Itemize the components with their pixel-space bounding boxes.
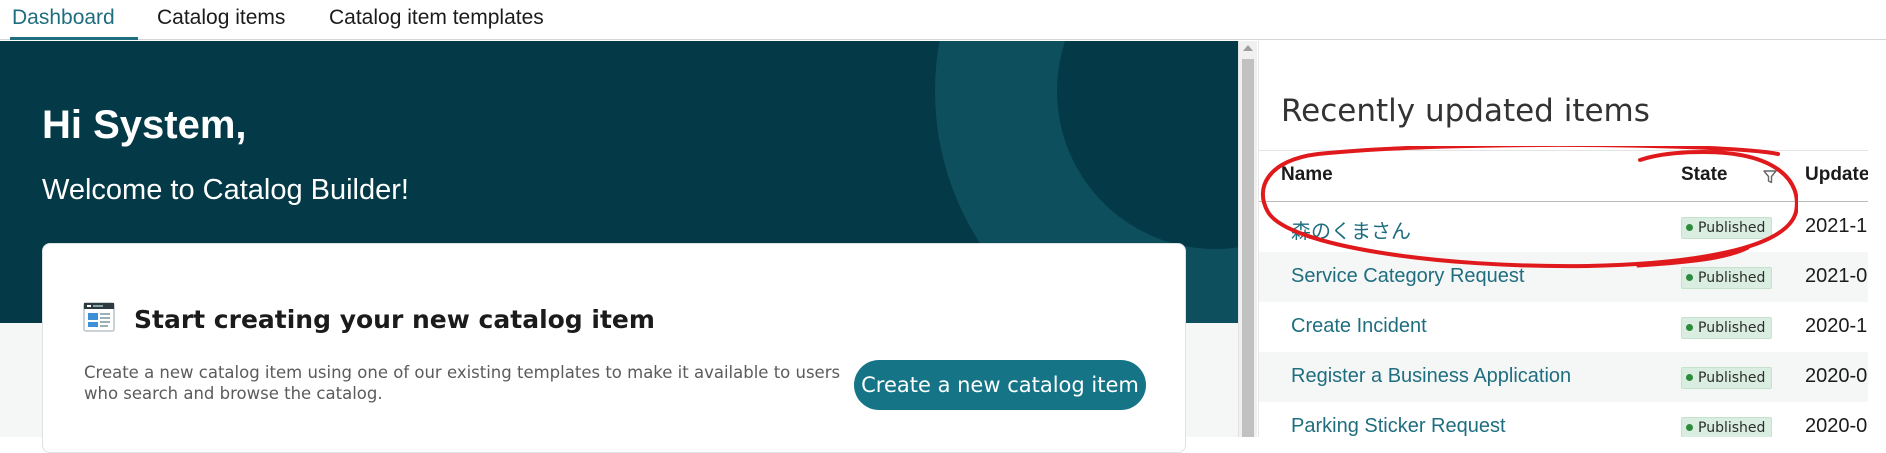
status-badge: Published [1681, 217, 1773, 239]
start-creating-card: Start creating your new catalog item Cre… [42, 243, 1186, 453]
panel-divider [1259, 150, 1868, 151]
recently-updated-panel: Recently updated items Name State Update… [1258, 41, 1868, 437]
status-badge: Published [1681, 267, 1773, 289]
item-name-link[interactable]: 森のくまさん [1291, 215, 1411, 244]
status-dot-icon [1686, 374, 1693, 381]
tab-dashboard[interactable]: Dashboard [10, 0, 138, 40]
filter-icon[interactable] [1763, 170, 1777, 184]
item-name-link[interactable]: Parking Sticker Request [1291, 415, 1506, 437]
updated-date: 2021-12 [1805, 215, 1868, 237]
status-label: Published [1698, 420, 1766, 436]
status-dot-icon [1686, 224, 1693, 231]
scroll-up-arrow-icon[interactable] [1243, 45, 1253, 51]
card-description: Create a new catalog item using one of o… [84, 363, 841, 403]
table-row: 森のくまさん Published 2021-12 [1259, 202, 1868, 252]
status-badge: Published [1681, 317, 1773, 339]
top-tab-bar: Dashboard Catalog items Catalog item tem… [0, 0, 1886, 40]
status-badge: Published [1681, 367, 1773, 389]
tab-catalog-items[interactable]: Catalog items [157, 0, 285, 40]
table-row: Service Category Request Published 2021-… [1259, 252, 1868, 302]
column-header-updated[interactable]: Update [1805, 164, 1868, 186]
panel-title: Recently updated items [1281, 93, 1650, 129]
scrollbar-thumb[interactable] [1242, 59, 1254, 437]
tab-catalog-item-templates[interactable]: Catalog item templates [329, 0, 544, 40]
welcome-subtitle: Welcome to Catalog Builder! [42, 174, 409, 206]
table-row: Parking Sticker Request Published 2020-0… [1259, 402, 1868, 437]
updated-date: 2021-03 [1805, 265, 1868, 287]
catalog-template-icon [83, 302, 115, 332]
status-label: Published [1698, 220, 1766, 236]
create-catalog-item-button[interactable]: Create a new catalog item [854, 360, 1146, 410]
status-dot-icon [1686, 424, 1693, 431]
table-row: Register a Business Application Publishe… [1259, 352, 1868, 402]
item-name-link[interactable]: Register a Business Application [1291, 365, 1571, 388]
status-label: Published [1698, 370, 1766, 386]
updated-date: 2020-06 [1805, 415, 1868, 437]
status-dot-icon [1686, 274, 1693, 281]
status-label: Published [1698, 270, 1766, 286]
updated-date: 2020-12 [1805, 315, 1868, 337]
status-label: Published [1698, 320, 1766, 336]
item-name-link[interactable]: Create Incident [1291, 315, 1427, 338]
status-badge: Published [1681, 417, 1773, 437]
greeting-heading: Hi System, [42, 103, 247, 147]
updated-date: 2020-06 [1805, 365, 1868, 387]
status-dot-icon [1686, 324, 1693, 331]
item-name-link[interactable]: Service Category Request [1291, 265, 1524, 288]
vertical-scrollbar[interactable] [1238, 41, 1257, 437]
table-row: Create Incident Published 2020-12 [1259, 302, 1868, 352]
column-header-state[interactable]: State [1681, 164, 1727, 186]
card-title: Start creating your new catalog item [134, 305, 655, 334]
column-header-name[interactable]: Name [1281, 164, 1333, 186]
